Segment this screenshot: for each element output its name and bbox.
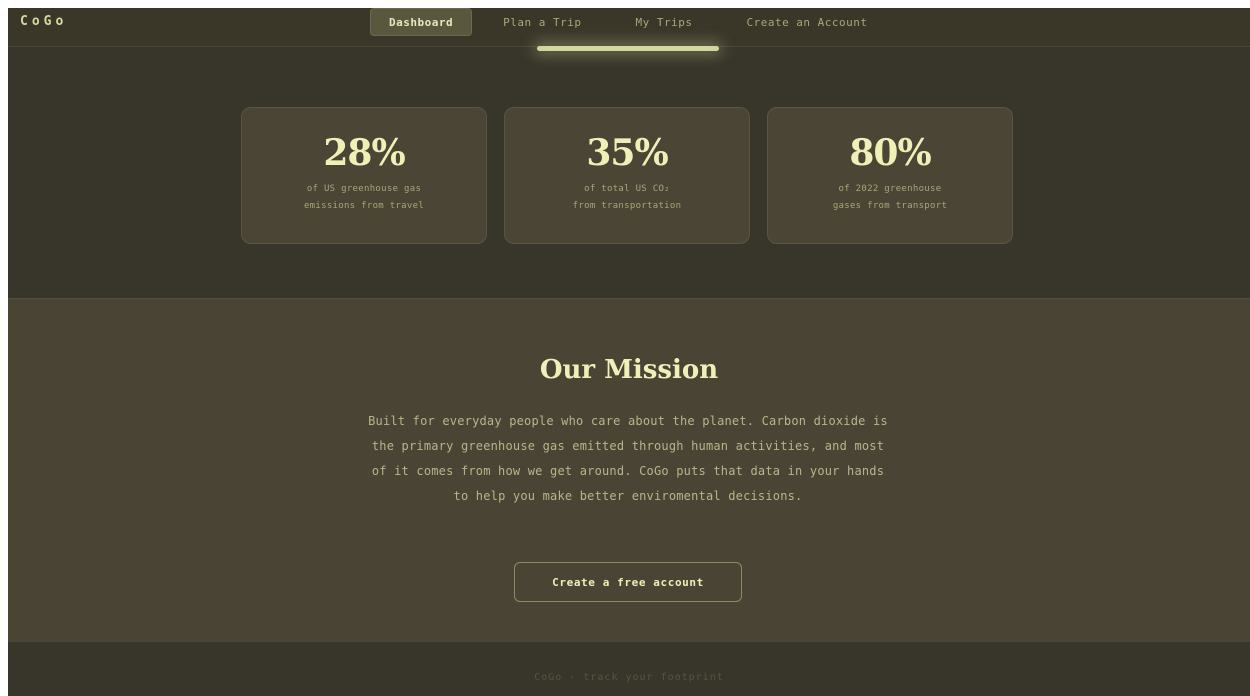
stat-value: 80% [849,132,931,174]
mission-section: Our Mission Built for everyday people wh… [8,298,1250,642]
stat-description: of US greenhouse gas emissions from trav… [303,184,425,211]
stat-description: of total US CO₂ from transportation [572,184,682,211]
stat-card-2022-transport: 80% of 2022 greenhouse gases from transp… [767,107,1013,244]
top-nav: CoGo Dashboard Plan a Trip My Trips Crea… [8,8,1250,47]
nav-links: Dashboard Plan a Trip My Trips Create an… [370,8,899,36]
nav-create-account[interactable]: Create an Account [723,8,890,36]
app-frame: CoGo Dashboard Plan a Trip My Trips Crea… [8,8,1250,696]
mission-body: Built for everyday people who care about… [368,414,888,503]
mission-title: Our Mission [539,355,719,385]
brand-logo[interactable]: CoGo [20,14,67,29]
nav-plan-a-trip[interactable]: Plan a Trip [480,8,604,36]
nav-dashboard[interactable]: Dashboard [370,8,473,36]
nav-my-trips[interactable]: My Trips [612,8,715,36]
create-account-button[interactable]: Create a free account [514,562,742,602]
stat-value: 28% [323,132,405,174]
stat-description: of 2022 greenhouse gases from transport [832,184,948,211]
stat-card-transport-co2: 35% of total US CO₂ from transportation [504,107,750,244]
stats-row: 28% of US greenhouse gas emissions from … [241,107,1013,244]
footer: CoGo · track your footprint [8,642,1250,696]
stat-value: 35% [586,132,668,174]
active-nav-indicator [537,46,719,51]
stat-card-travel-emissions: 28% of US greenhouse gas emissions from … [241,107,487,244]
footer-text: CoGo · track your footprint [534,672,724,683]
